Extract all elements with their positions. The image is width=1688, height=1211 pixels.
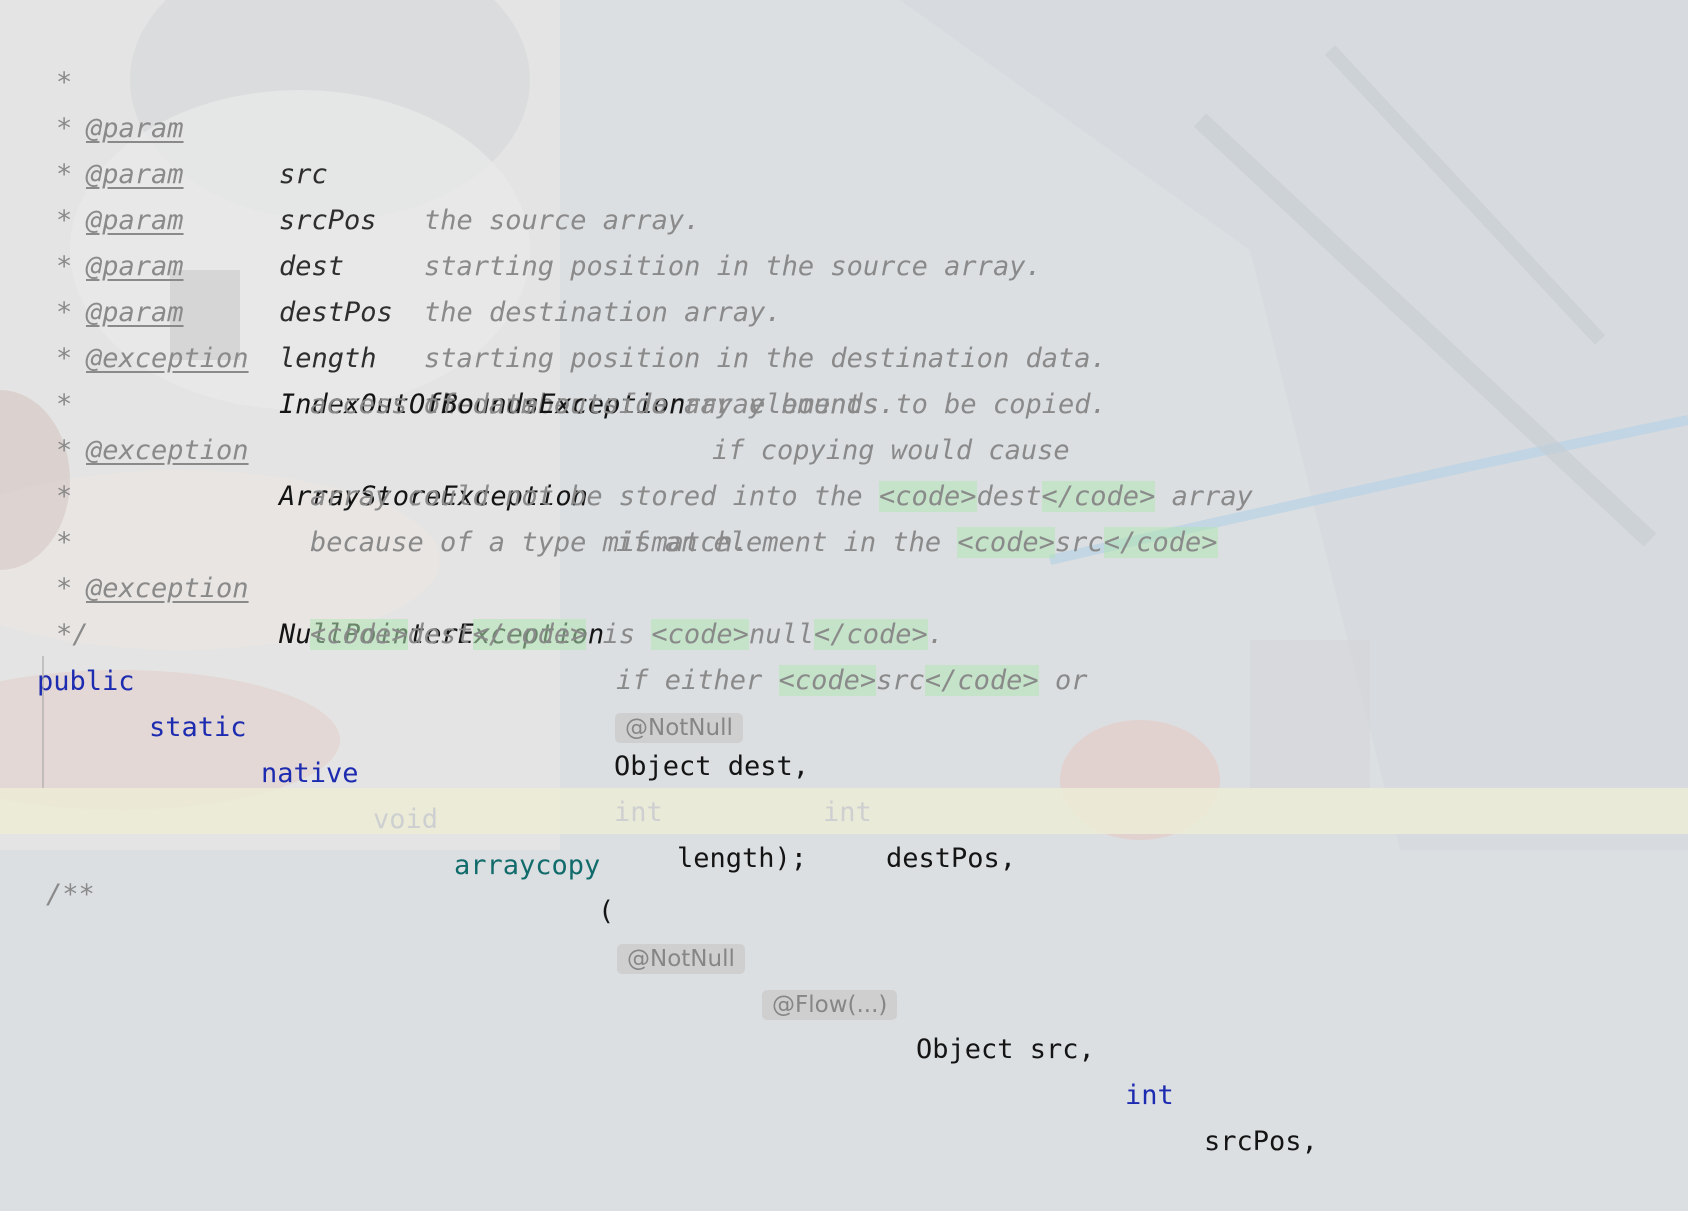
inlay-hint-label: @NotNull bbox=[617, 943, 745, 974]
javadoc-exception-line: * @exception IndexOutOfBoundsException i… bbox=[0, 244, 1688, 466]
javadoc-continuation-line: * <code>dest</code> is <code>null</code>… bbox=[0, 520, 1688, 650]
method-signature-line: public static native void arraycopy ( @N… bbox=[0, 613, 1688, 1157]
javadoc-start: /** bbox=[46, 879, 95, 910]
javadoc-continuation-line: * array could not be stored into the <co… bbox=[0, 382, 1688, 512]
inlay-hint-flow[interactable]: @Flow(...) bbox=[762, 981, 898, 1027]
javadoc-param-line: * @param destPos starting position in th… bbox=[0, 152, 1688, 374]
next-javadoc-start-line: /** bbox=[0, 826, 1688, 910]
javadoc-exception-line: * @exception ArrayStoreException if an e… bbox=[0, 336, 1688, 558]
javadoc-param-line: * @param dest the destination array. bbox=[0, 106, 1688, 328]
inlay-hint-label: @Flow(...) bbox=[762, 989, 898, 1020]
method-signature-line: int length); bbox=[0, 744, 1688, 874]
javadoc-param-line: * @param length the number of array elem… bbox=[0, 198, 1688, 420]
keyword-int: int bbox=[1125, 1080, 1174, 1111]
open-paren: ( bbox=[598, 896, 615, 927]
param-src: Object src, bbox=[916, 1034, 1095, 1065]
javadoc-end-line: */ bbox=[0, 566, 1688, 650]
inlay-hint-notnull[interactable]: @NotNull bbox=[617, 935, 745, 981]
javadoc-exception-line: * @exception NullPointerException if eit… bbox=[0, 474, 1688, 696]
param-srcpos: srcPos, bbox=[1204, 1126, 1318, 1157]
javadoc-param-line: * @param src the source array. bbox=[0, 14, 1688, 236]
javadoc-param-line: * @param srcPos starting position in the… bbox=[0, 60, 1688, 282]
code-editor[interactable]: * @param src the source array. * @param … bbox=[0, 0, 1688, 1157]
indent-guide bbox=[42, 656, 44, 788]
method-signature-line: Object dest, int destPos, bbox=[0, 698, 1688, 874]
javadoc-continuation-line: * access of data outside array bounds. bbox=[0, 290, 1688, 420]
javadoc-continuation-line: * because of a type mismatch. bbox=[0, 428, 1688, 558]
